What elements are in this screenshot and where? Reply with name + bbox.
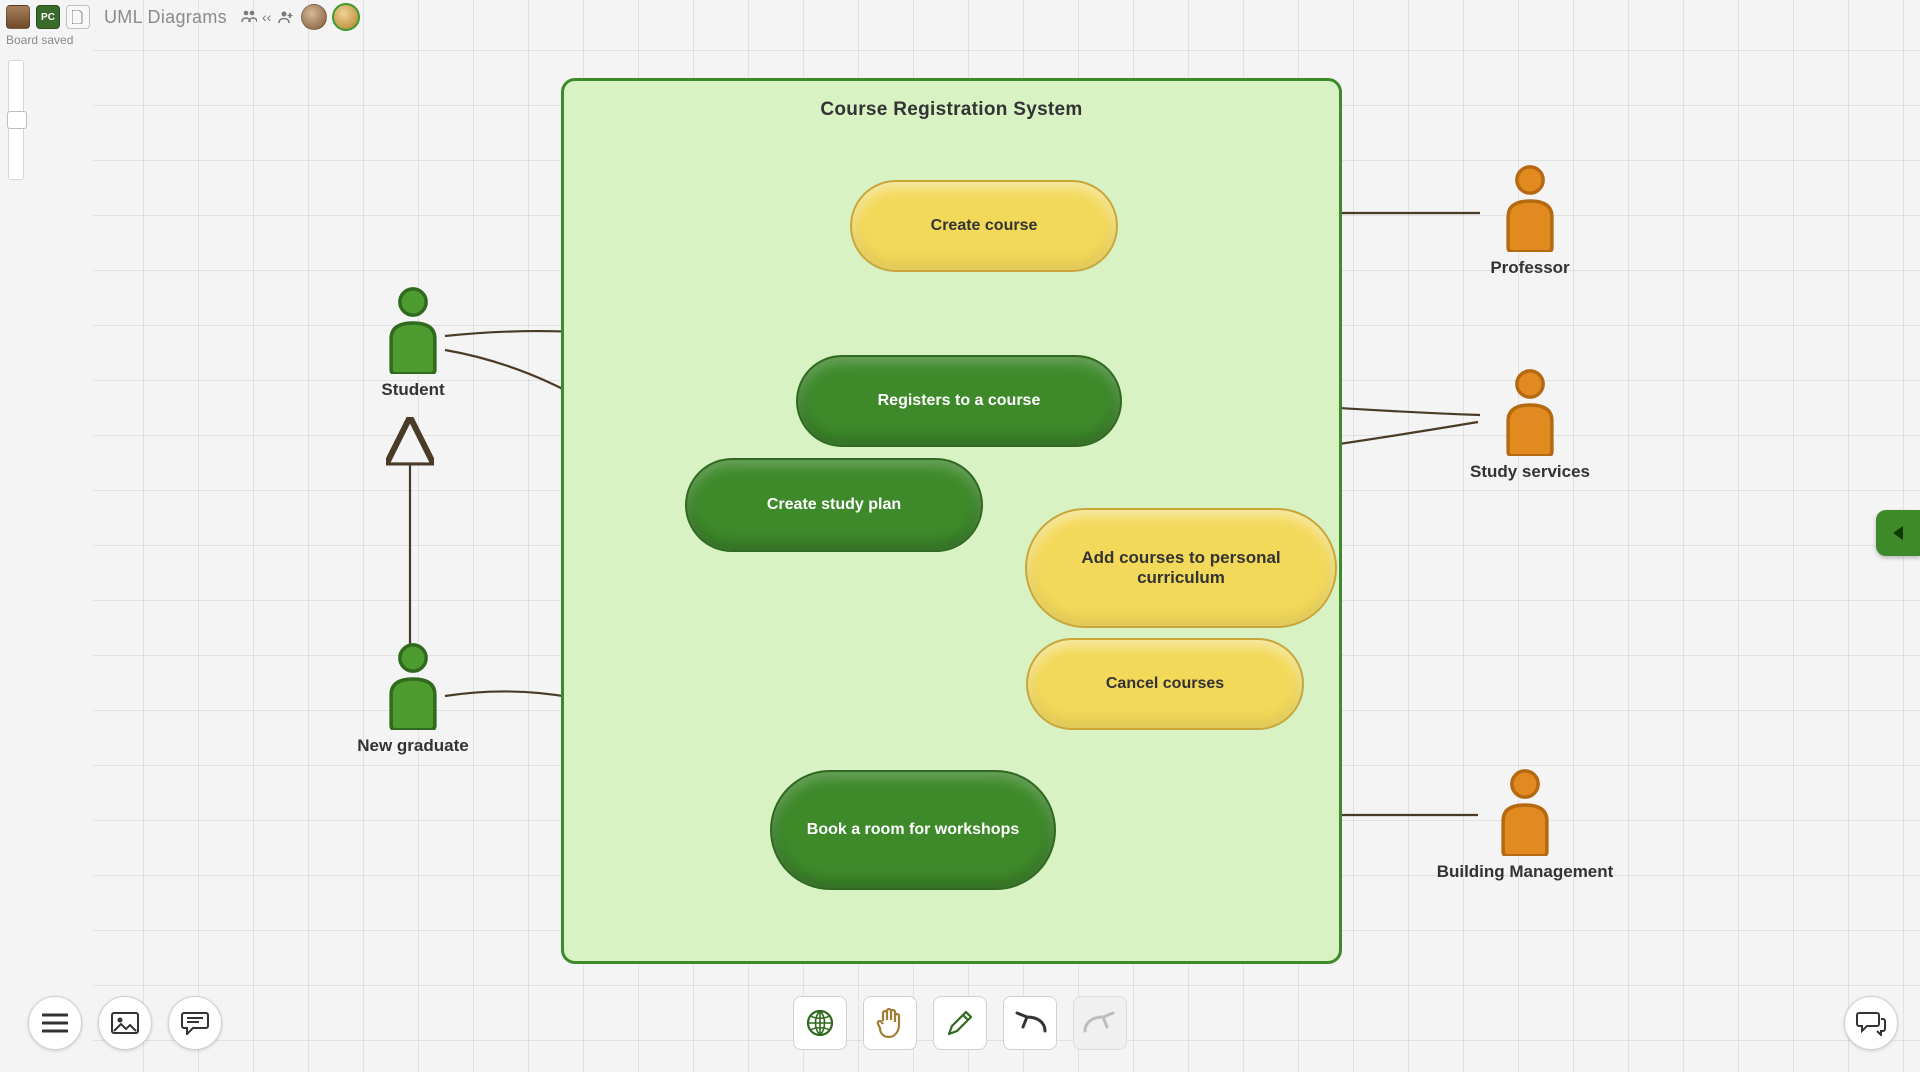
- board-badge[interactable]: PC: [36, 5, 60, 29]
- side-panel-toggle[interactable]: [1876, 510, 1920, 556]
- draw-button[interactable]: [933, 996, 987, 1050]
- usecase-create-study-plan[interactable]: Create study plan: [685, 458, 983, 552]
- actor-label: Building Management: [1437, 862, 1614, 881]
- undo-button[interactable]: [1003, 996, 1057, 1050]
- actor-label: New graduate: [357, 736, 468, 755]
- image-button[interactable]: [98, 996, 152, 1050]
- chevron-left-icon[interactable]: ‹‹: [262, 9, 271, 25]
- usecase-label: Cancel courses: [1106, 675, 1224, 693]
- usecase-add-courses[interactable]: Add courses to personal curriculum: [1025, 508, 1337, 628]
- usecase-label: Create course: [931, 217, 1038, 235]
- chat-button[interactable]: [1844, 996, 1898, 1050]
- workspace-avatar[interactable]: [6, 5, 30, 29]
- usecase-label: Book a room for workshops: [807, 821, 1019, 839]
- actor-label: Student: [381, 380, 444, 399]
- actor-label: Professor: [1490, 258, 1569, 277]
- menu-icon: [42, 1013, 68, 1033]
- usecase-cancel-courses[interactable]: Cancel courses: [1026, 638, 1304, 730]
- hand-icon: [875, 1007, 905, 1039]
- usecase-book-room[interactable]: Book a room for workshops: [770, 770, 1056, 890]
- save-status: Board saved: [6, 33, 73, 47]
- people-icon[interactable]: [241, 9, 257, 26]
- actor-professor[interactable]: Professor: [1470, 164, 1590, 278]
- pan-button[interactable]: [863, 996, 917, 1050]
- usecase-create-course[interactable]: Create course: [850, 180, 1118, 272]
- top-bar: PC UML Diagrams ‹‹: [6, 3, 360, 31]
- pencil-icon: [945, 1008, 975, 1038]
- collab-avatar-2[interactable]: [332, 3, 360, 31]
- image-icon: [111, 1012, 139, 1034]
- actor-icon: [378, 642, 448, 730]
- globe-icon: [805, 1008, 835, 1038]
- toolbar-right: [1844, 996, 1898, 1050]
- actor-new-graduate[interactable]: New graduate: [348, 642, 478, 756]
- actor-icon: [378, 286, 448, 374]
- zoom-thumb[interactable]: [7, 111, 27, 129]
- redo-button[interactable]: [1073, 996, 1127, 1050]
- actor-student[interactable]: Student: [358, 286, 468, 400]
- actor-icon: [1495, 164, 1565, 252]
- triangle-left-icon: [1889, 524, 1907, 542]
- actor-icon: [1495, 368, 1565, 456]
- usecase-label: Add courses to personal curriculum: [1059, 548, 1303, 588]
- chat-icon: [1856, 1010, 1886, 1036]
- undo-icon: [1013, 1011, 1047, 1035]
- toolbar-left: [28, 996, 222, 1050]
- collab-avatar-1[interactable]: [301, 4, 327, 30]
- actor-building-management[interactable]: Building Management: [1420, 768, 1630, 882]
- menu-button[interactable]: [28, 996, 82, 1050]
- actor-label: Study services: [1470, 462, 1590, 481]
- web-button[interactable]: [793, 996, 847, 1050]
- actor-study-services[interactable]: Study services: [1455, 368, 1605, 482]
- redo-icon: [1083, 1011, 1117, 1035]
- actor-icon: [1490, 768, 1560, 856]
- page-title: UML Diagrams: [104, 7, 227, 28]
- usecase-label: Registers to a course: [878, 392, 1041, 410]
- comment-icon: [181, 1011, 209, 1035]
- add-user-button[interactable]: [276, 7, 296, 27]
- doc-icon[interactable]: [66, 5, 90, 29]
- system-title: Course Registration System: [564, 99, 1339, 121]
- share-cluster: ‹‹: [241, 3, 360, 31]
- zoom-slider[interactable]: [8, 60, 24, 180]
- comment-button[interactable]: [168, 996, 222, 1050]
- toolbar-center: [793, 996, 1127, 1050]
- usecase-registers-course[interactable]: Registers to a course: [796, 355, 1122, 447]
- usecase-label: Create study plan: [767, 496, 901, 514]
